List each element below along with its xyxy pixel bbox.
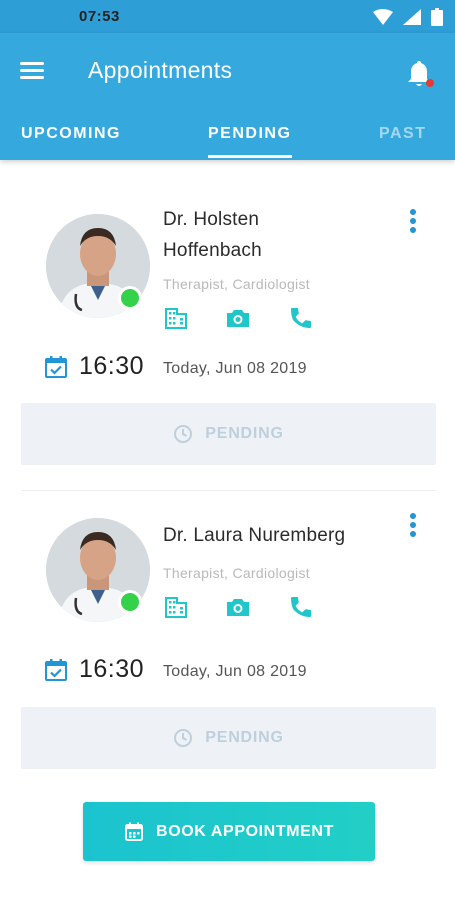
camera-icon[interactable] — [226, 595, 250, 619]
pending-status-button[interactable]: PENDING — [21, 403, 436, 465]
page-title: Appointments — [88, 57, 233, 83]
online-indicator — [118, 590, 142, 614]
wifi-icon — [373, 8, 393, 25]
clock-icon — [174, 425, 193, 443]
appointment-date: Today, Jun 08 2019 — [163, 360, 307, 377]
calendar-check-icon — [44, 355, 68, 379]
doctor-name-line: Dr. Holsten — [163, 209, 260, 230]
calendar-check-icon — [44, 658, 68, 682]
more-vert-icon[interactable] — [403, 208, 423, 234]
battery-icon — [431, 7, 443, 26]
tab-upcoming[interactable]: UPCOMING — [21, 125, 121, 143]
building-icon[interactable] — [164, 595, 188, 619]
phone-icon[interactable] — [289, 595, 313, 619]
bell-icon[interactable] — [404, 60, 434, 90]
phone-icon[interactable] — [289, 306, 313, 330]
tab-past[interactable]: PAST — [379, 125, 426, 143]
app-bar: Appointments UPCOMING PENDING PAST — [0, 33, 455, 160]
book-appointment-button[interactable]: BOOK APPOINTMENT — [83, 802, 375, 861]
pending-status-label: PENDING — [205, 729, 284, 746]
building-icon[interactable] — [164, 306, 188, 330]
appointment-time: 16:30 — [79, 352, 145, 380]
menu-icon[interactable] — [20, 60, 46, 82]
more-vert-icon[interactable] — [403, 512, 423, 538]
doctor-specialty: Therapist, Cardiologist — [163, 565, 310, 581]
book-appointment-label: BOOK APPOINTMENT — [156, 822, 334, 840]
tab-indicator — [208, 155, 292, 158]
doctor-name: Dr. Laura Nuremberg — [163, 525, 346, 546]
online-indicator — [118, 286, 142, 310]
doctor-name: Dr. Holsten Hoffenbach — [163, 204, 383, 266]
clock-icon — [174, 729, 193, 747]
appointment-time: 16:30 — [79, 655, 145, 683]
camera-icon[interactable] — [226, 306, 250, 330]
doctor-specialty: Therapist, Cardiologist — [163, 276, 310, 292]
status-time: 07:53 — [79, 8, 120, 25]
pending-status-button[interactable]: PENDING — [21, 707, 436, 769]
signal-icon — [403, 8, 421, 25]
avatar — [46, 518, 150, 622]
doctor-name-line: Hoffenbach — [163, 240, 262, 261]
avatar — [46, 214, 150, 318]
pending-status-label: PENDING — [205, 425, 284, 442]
appointment-card: Dr. Holsten Hoffenbach Therapist, Cardio… — [0, 160, 455, 465]
tab-pending[interactable]: PENDING — [208, 125, 291, 143]
notification-dot — [426, 79, 434, 87]
appointment-card: Dr. Laura Nuremberg Therapist, Cardiolog… — [0, 464, 455, 769]
tab-bar: UPCOMING PENDING PAST — [0, 115, 455, 160]
appointment-date: Today, Jun 08 2019 — [163, 663, 307, 680]
status-bar: 07:53 — [0, 0, 455, 33]
calendar-icon — [125, 822, 144, 841]
